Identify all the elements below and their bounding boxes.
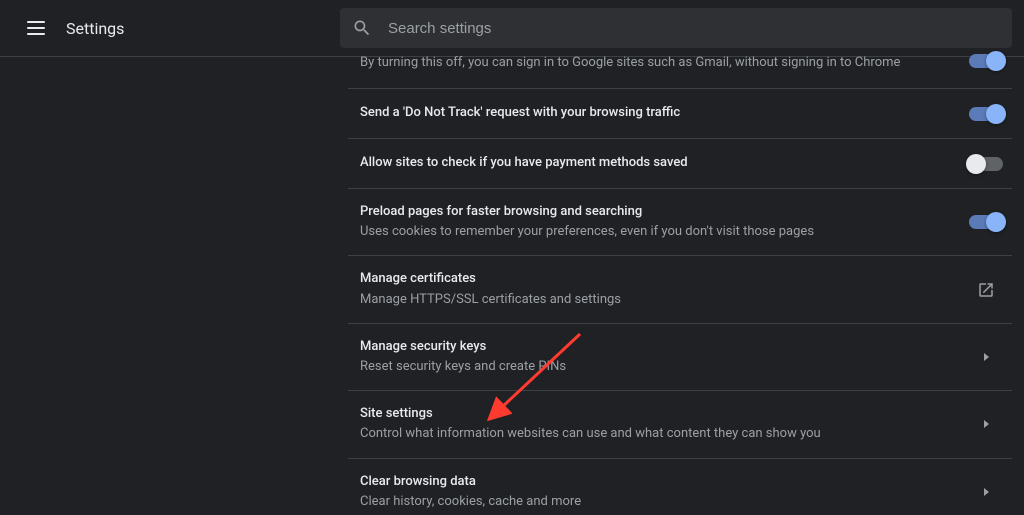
toggle-switch[interactable]	[969, 54, 1003, 68]
hamburger-icon	[27, 21, 45, 35]
chevron-right-icon	[984, 488, 989, 496]
row-subtitle: By turning this off, you can sign in to …	[360, 54, 944, 72]
setting-clear-browsing-data[interactable]: Clear browsing data Clear history, cooki…	[348, 458, 1012, 515]
toggle-switch[interactable]	[969, 157, 1003, 171]
row-text: Site settings Control what information w…	[360, 405, 960, 443]
row-trail	[960, 281, 1012, 299]
row-title: Allow sites to check if you have payment…	[360, 154, 944, 172]
row-subtitle: Uses cookies to remember your preference…	[360, 223, 944, 241]
setting-manage-certificates[interactable]: Manage certificates Manage HTTPS/SSL cer…	[348, 255, 1012, 322]
search-icon	[352, 18, 372, 38]
toggle-switch[interactable]	[969, 107, 1003, 121]
row-trail	[960, 215, 1012, 229]
setting-manage-security-keys[interactable]: Manage security keys Reset security keys…	[348, 323, 1012, 390]
row-title: Manage certificates	[360, 270, 944, 288]
search-bar[interactable]	[340, 8, 1012, 48]
chevron-right-icon	[984, 353, 989, 361]
row-trail	[960, 54, 1012, 68]
row-trail	[960, 107, 1012, 121]
setting-do-not-track[interactable]: Send a 'Do Not Track' request with your …	[348, 88, 1012, 138]
page-title: Settings	[66, 19, 124, 38]
chevron-right-icon	[984, 420, 989, 428]
setting-preload-pages[interactable]: Preload pages for faster browsing and se…	[348, 188, 1012, 255]
settings-list: Allow Chrome sign-in By turning this off…	[348, 48, 1012, 515]
row-title: Send a 'Do Not Track' request with your …	[360, 104, 944, 122]
row-subtitle: Control what information websites can us…	[360, 425, 944, 443]
row-text: Allow Chrome sign-in By turning this off…	[360, 50, 960, 72]
toggle-switch[interactable]	[969, 215, 1003, 229]
row-trail	[960, 488, 1012, 496]
row-text: Send a 'Do Not Track' request with your …	[360, 104, 960, 122]
row-title: Preload pages for faster browsing and se…	[360, 203, 944, 221]
setting-payment-methods[interactable]: Allow sites to check if you have payment…	[348, 138, 1012, 188]
row-text: Clear browsing data Clear history, cooki…	[360, 473, 960, 511]
search-input[interactable]	[388, 20, 1000, 37]
row-subtitle: Clear history, cookies, cache and more	[360, 493, 944, 511]
row-title: Allow Chrome sign-in	[360, 50, 944, 52]
row-title: Site settings	[360, 405, 944, 423]
row-subtitle: Manage HTTPS/SSL certificates and settin…	[360, 291, 944, 309]
row-trail	[960, 420, 1012, 428]
row-title: Manage security keys	[360, 338, 944, 356]
row-text: Manage security keys Reset security keys…	[360, 338, 960, 376]
open-external-icon	[977, 281, 995, 299]
row-subtitle: Reset security keys and create PINs	[360, 358, 944, 376]
setting-site-settings[interactable]: Site settings Control what information w…	[348, 390, 1012, 457]
setting-allow-chrome-signin[interactable]: Allow Chrome sign-in By turning this off…	[348, 48, 1012, 88]
row-text: Manage certificates Manage HTTPS/SSL cer…	[360, 270, 960, 308]
row-text: Allow sites to check if you have payment…	[360, 154, 960, 172]
menu-button[interactable]	[12, 4, 60, 52]
row-text: Preload pages for faster browsing and se…	[360, 203, 960, 241]
row-trail	[960, 353, 1012, 361]
row-title: Clear browsing data	[360, 473, 944, 491]
row-trail	[960, 157, 1012, 171]
